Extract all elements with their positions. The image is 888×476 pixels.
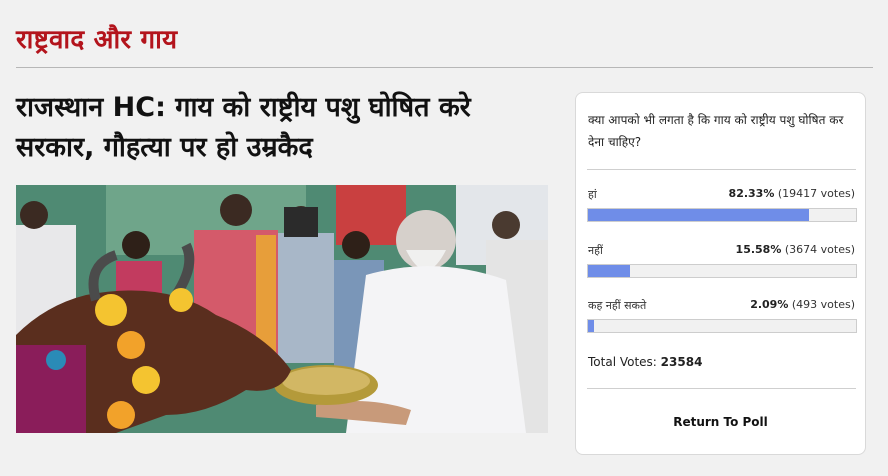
poll-option-stat: 82.33% (19417 votes) (729, 187, 855, 200)
poll-option-votes: (3674 votes) (784, 243, 855, 256)
headline-line-1: राजस्थान HC: गाय को राष्ट्रीय पशु घोषित … (16, 92, 471, 123)
poll-total-value: 23584 (660, 355, 703, 369)
poll-question: क्या आपको भी लगता है कि गाय को राष्ट्रीय… (588, 113, 844, 149)
article-headline[interactable]: राजस्थान HC: गाय को राष्ट्रीय पशु घोषित … (16, 88, 556, 168)
photo-illustration (16, 185, 548, 433)
poll-option-percent: 82.33% (728, 187, 775, 200)
poll-option-bar-fill (588, 209, 809, 221)
poll-option-bar (587, 208, 857, 222)
poll-option-stat: 15.58% (3674 votes) (736, 243, 855, 256)
poll-option-percent: 15.58% (735, 243, 782, 256)
section-title[interactable]: राष्ट्रवाद और गाय (16, 20, 177, 56)
poll-option-percent: 2.09% (750, 298, 789, 311)
poll-option-label: कह नहीं सकते (588, 299, 647, 312)
poll-option-stat: 2.09% (493 votes) (750, 298, 855, 311)
poll-option-votes: (493 votes) (791, 298, 855, 311)
poll-option-bar-fill (588, 320, 594, 332)
poll-separator-top (587, 169, 856, 170)
article-photo[interactable] (16, 185, 548, 433)
poll-total-label: Total Votes: (588, 355, 657, 369)
return-to-poll-link[interactable]: Return To Poll (576, 415, 865, 429)
headline-line-2: सरकार, गौहत्या पर हो उम्रकैद (16, 132, 313, 163)
poll-option-bar-fill (588, 265, 630, 277)
section-divider (16, 67, 873, 68)
poll-option-label: हां (588, 188, 597, 201)
poll-option-label: नहीं (588, 244, 603, 257)
poll-total: Total Votes: 23584 (588, 355, 702, 369)
poll-option-votes: (19417 votes) (777, 187, 855, 200)
poll-option-bar (587, 264, 857, 278)
poll-separator-bottom (587, 388, 856, 389)
poll-option-bar (587, 319, 857, 333)
poll-widget: क्या आपको भी लगता है कि गाय को राष्ट्रीय… (575, 92, 866, 455)
